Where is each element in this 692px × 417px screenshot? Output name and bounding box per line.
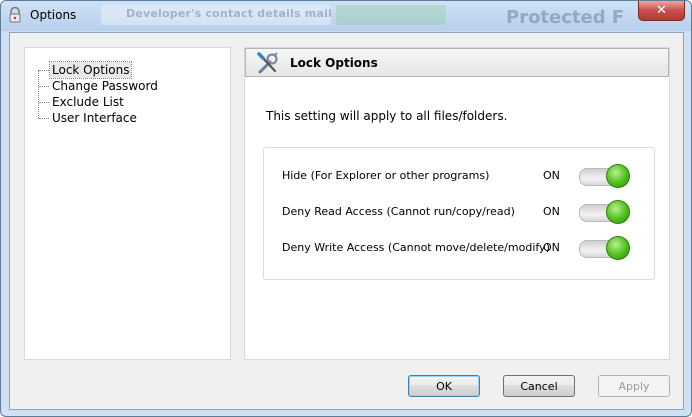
background-window-ghost xyxy=(336,5,446,25)
tree-item-change-password[interactable]: Change Password xyxy=(50,78,160,94)
panel-title: Lock Options xyxy=(290,56,378,70)
option-state-hide: ON xyxy=(543,169,560,182)
tools-icon xyxy=(257,52,278,74)
options-window: Options Developer's contact details mail… xyxy=(0,0,692,417)
ok-button[interactable]: OK xyxy=(408,375,480,397)
close-button[interactable]: ✕ xyxy=(638,1,685,21)
tree-item-user-interface[interactable]: User Interface xyxy=(50,110,139,126)
toggle-knob xyxy=(606,200,630,224)
option-label-hide: Hide (For Explorer or other programs) xyxy=(282,169,490,182)
window-title: Options xyxy=(30,8,77,22)
toggle-deny-read[interactable] xyxy=(579,200,630,224)
background-window-text: Developer's contact details mail xyxy=(126,7,333,20)
tree-item-lock-options[interactable]: Lock Options xyxy=(48,61,133,79)
apply-button[interactable]: Apply xyxy=(598,375,670,397)
option-state-deny-write: ON xyxy=(543,241,560,254)
cancel-button[interactable]: Cancel xyxy=(503,375,575,397)
lock-options-panel: Lock Options This setting will apply to … xyxy=(244,47,670,360)
toggle-knob xyxy=(606,164,630,188)
panel-header: Lock Options xyxy=(245,48,669,77)
tree-connector xyxy=(39,86,49,87)
option-label-deny-write: Deny Write Access (Cannot move/delete/mo… xyxy=(282,241,550,254)
title-bar[interactable]: Options Developer's contact details mail… xyxy=(1,1,691,31)
lock-options-group: Hide (For Explorer or other programs) ON… xyxy=(263,147,655,280)
tree-connector xyxy=(39,118,49,119)
tree-connector xyxy=(39,102,49,103)
toggle-hide[interactable] xyxy=(579,164,630,188)
background-window-title: Protected F xyxy=(506,7,625,28)
lock-app-icon xyxy=(9,7,21,23)
option-state-deny-read: ON xyxy=(543,205,560,218)
tree-connector xyxy=(39,70,49,71)
options-tree: Lock Options Change Password Exclude Lis… xyxy=(24,47,231,360)
tree-connector xyxy=(38,70,39,118)
client-area: Lock Options Change Password Exclude Lis… xyxy=(9,32,684,410)
option-row-deny-read: Deny Read Access (Cannot run/copy/read) … xyxy=(264,200,654,225)
toggle-deny-write[interactable] xyxy=(579,236,630,260)
option-label-deny-read: Deny Read Access (Cannot run/copy/read) xyxy=(282,205,515,218)
panel-description: This setting will apply to all files/fol… xyxy=(266,109,508,123)
option-row-hide: Hide (For Explorer or other programs) ON xyxy=(264,164,654,189)
close-icon: ✕ xyxy=(656,3,667,18)
toggle-knob xyxy=(606,236,630,260)
tree-item-exclude-list[interactable]: Exclude List xyxy=(50,94,126,110)
option-row-deny-write: Deny Write Access (Cannot move/delete/mo… xyxy=(264,236,654,261)
